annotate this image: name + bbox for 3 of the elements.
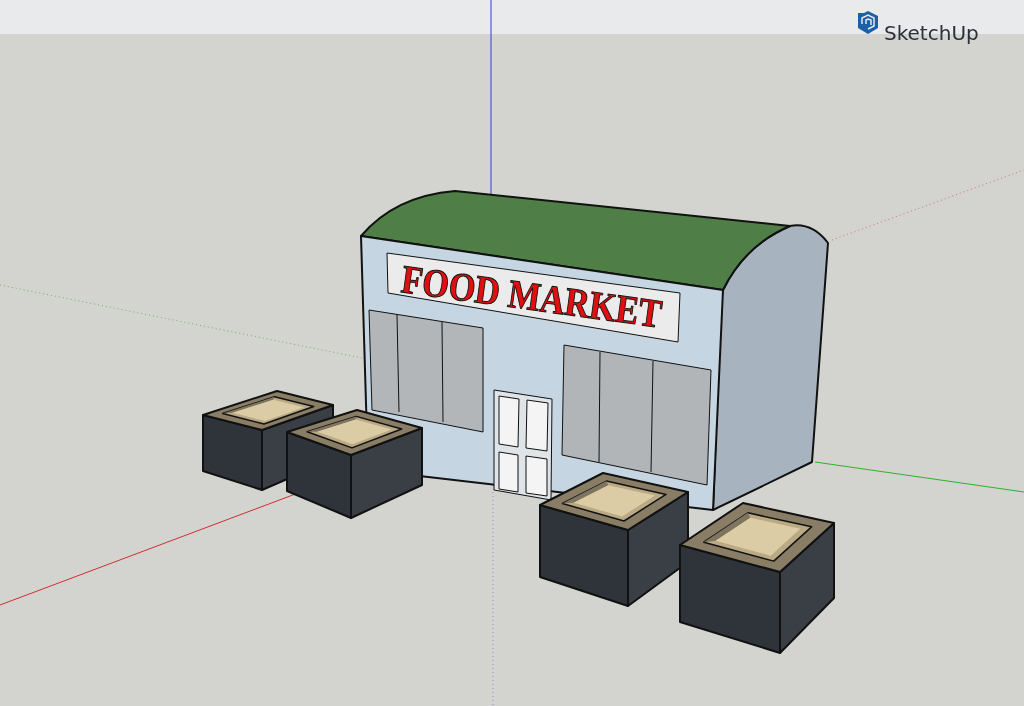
sign-text: FOOD MARKET [398,256,708,343]
app-name: SketchUp [884,21,979,45]
sketchup-logo-icon [858,11,878,34]
